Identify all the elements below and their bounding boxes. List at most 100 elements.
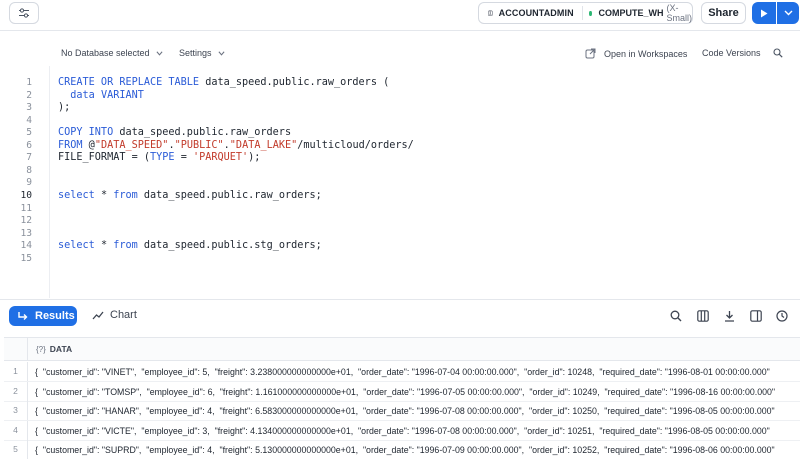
database-selector[interactable]: No Database selected — [61, 48, 163, 58]
table-cell[interactable]: { "customer_id": "SUPRD", "employee_id":… — [35, 445, 775, 455]
split-pane-button[interactable] — [750, 309, 762, 327]
code-line[interactable]: 2 data VARIANT — [0, 90, 800, 103]
table-cell[interactable]: { "customer_id": "VINET", "employee_id":… — [35, 367, 770, 377]
sql-text: ); — [58, 102, 71, 114]
code-line[interactable]: 3); — [0, 102, 800, 115]
sql-keyword: COPY INTO — [58, 127, 114, 139]
sql-keyword: select — [58, 189, 95, 201]
code-line[interactable]: 6 FROM @"DATA_SPEED"."PUBLIC"."DATA_LAKE"… — [0, 140, 800, 153]
code-text: COPY INTO data_speed.public.raw_orders — [58, 127, 291, 138]
table-row[interactable]: 5 { "customer_id": "SUPRD", "employee_id"… — [4, 440, 800, 459]
chevron-down-icon — [784, 10, 792, 16]
results-search-button[interactable] — [670, 309, 682, 327]
sql-text: FILE_FORMAT = ( — [58, 152, 151, 164]
sql-text: /multicloud/orders/ — [297, 139, 414, 151]
line-number: 10 — [20, 189, 32, 201]
query-history-button[interactable] — [776, 309, 788, 327]
columns-button[interactable] — [697, 309, 709, 327]
code-text: data VARIANT — [58, 90, 144, 101]
code-line[interactable]: 8 — [0, 165, 800, 178]
sliders-icon — [19, 8, 29, 18]
editor-search-button[interactable] — [773, 48, 783, 60]
sql-text: @ — [82, 139, 95, 151]
line-number: 8 — [26, 164, 32, 176]
settings-dropdown[interactable]: Settings — [179, 48, 225, 58]
code-line[interactable]: 7 FILE_FORMAT = (TYPE = 'PARQUET'); — [0, 152, 800, 165]
results-grid: {?} DATA 1 { "customer_id": "VINET", "emp… — [0, 337, 800, 459]
tab-results[interactable]: Results — [9, 306, 77, 326]
table-row[interactable]: 3 { "customer_id": "HANAR", "employee_id"… — [4, 401, 800, 422]
sql-editor[interactable]: 1 CREATE OR REPLACE TABLE data_speed.publ… — [0, 66, 800, 298]
code-versions-button[interactable]: Code Versions — [702, 48, 761, 58]
sql-text: ); — [248, 152, 261, 164]
sql-string: 'PARQUET' — [192, 152, 249, 164]
share-button[interactable]: Share — [701, 2, 746, 24]
table-row[interactable]: 1 { "customer_id": "VINET", "employee_id"… — [4, 362, 800, 382]
chevron-down-icon — [218, 50, 225, 56]
code-line[interactable]: 4 — [0, 115, 800, 128]
code-line[interactable]: 1 CREATE OR REPLACE TABLE data_speed.publ… — [0, 77, 800, 90]
code-line[interactable]: 5 COPY INTO data_speed.public.raw_orders — [0, 127, 800, 140]
sql-text: data_speed.public.raw_orders; — [137, 189, 322, 201]
run-options-button[interactable] — [777, 2, 799, 24]
code-text: select * from data_speed.public.stg_orde… — [58, 240, 322, 251]
code-line[interactable]: 14 select * from data_speed.public.stg_or… — [0, 240, 800, 253]
line-number: 6 — [26, 139, 32, 151]
sql-keyword: TYPE — [150, 152, 175, 164]
sliders-button[interactable] — [9, 2, 39, 24]
chart-line-icon — [92, 311, 104, 319]
line-number: 15 — [20, 252, 32, 264]
sql-keyword: from — [113, 189, 138, 201]
code-text: CREATE OR REPLACE TABLE data_speed.publi… — [58, 77, 389, 88]
line-number: 14 — [20, 240, 32, 252]
code-line[interactable]: 10 select * from data_speed.public.raw_or… — [0, 190, 800, 203]
download-button[interactable] — [724, 309, 735, 327]
search-icon — [773, 48, 783, 58]
search-icon — [670, 310, 682, 322]
table-row[interactable]: 2 { "customer_id": "TOMSP", "employee_id"… — [4, 381, 800, 402]
grid-header: {?} DATA — [4, 337, 800, 361]
columns-icon — [697, 310, 709, 322]
context-selector[interactable]: ACCOUNTADMIN COMPUTE_WH (X-Small) — [478, 2, 693, 24]
run-button[interactable] — [752, 2, 776, 24]
line-number: 1 — [26, 77, 32, 88]
sql-text: data_speed.public.raw_orders — [113, 127, 292, 139]
line-number: 11 — [20, 202, 32, 214]
code-text: ); — [58, 102, 70, 113]
code-text: FROM @"DATA_SPEED"."PUBLIC"."DATA_LAKE"/… — [58, 140, 414, 151]
history-icon — [776, 310, 788, 322]
code-line[interactable]: 13 — [0, 228, 800, 241]
warehouse-label: COMPUTE_WH — [598, 8, 664, 18]
line-number: 12 — [20, 215, 32, 227]
code-line[interactable]: 12 — [0, 215, 800, 228]
code-line[interactable]: 9 — [0, 177, 800, 190]
role-icon — [488, 10, 493, 16]
enter-arrow-icon — [18, 312, 28, 320]
row-number: 1 — [4, 362, 28, 381]
code-line[interactable]: 11 — [0, 203, 800, 216]
table-row[interactable]: 4 { "customer_id": "VICTE", "employee_id"… — [4, 420, 800, 441]
table-cell[interactable]: { "customer_id": "HANAR", "employee_id":… — [35, 406, 775, 416]
code-text: FILE_FORMAT = (TYPE = 'PARQUET'); — [58, 152, 260, 163]
tab-chart[interactable]: Chart — [92, 309, 137, 321]
top-bar: ACCOUNTADMIN COMPUTE_WH (X-Small) Share — [0, 0, 800, 31]
variant-type-icon: {?} — [36, 344, 46, 354]
sql-keyword: FROM — [58, 139, 83, 151]
database-selector-label: No Database selected — [61, 48, 150, 58]
sql-keyword: select — [58, 240, 95, 252]
chevron-down-icon — [156, 50, 163, 56]
sql-string: "DATA_SPEED" — [94, 139, 169, 151]
code-line[interactable]: 15 — [0, 253, 800, 266]
column-header-data[interactable]: {?} DATA — [36, 344, 72, 354]
line-number: 13 — [20, 227, 32, 239]
line-number: 3 — [26, 102, 32, 114]
table-cell[interactable]: { "customer_id": "TOMSP", "employee_id":… — [35, 387, 775, 397]
warehouse-size: (X-Small) — [666, 3, 693, 23]
sql-keyword: CREATE OR REPLACE TABLE — [58, 77, 200, 88]
code-versions-label: Code Versions — [702, 48, 761, 58]
sql-text: * — [94, 189, 114, 201]
download-icon — [725, 311, 734, 322]
open-in-workspaces-link[interactable]: Open in Workspaces — [585, 48, 687, 59]
split-pane-icon — [750, 310, 762, 322]
table-cell[interactable]: { "customer_id": "VICTE", "employee_id":… — [35, 426, 770, 436]
